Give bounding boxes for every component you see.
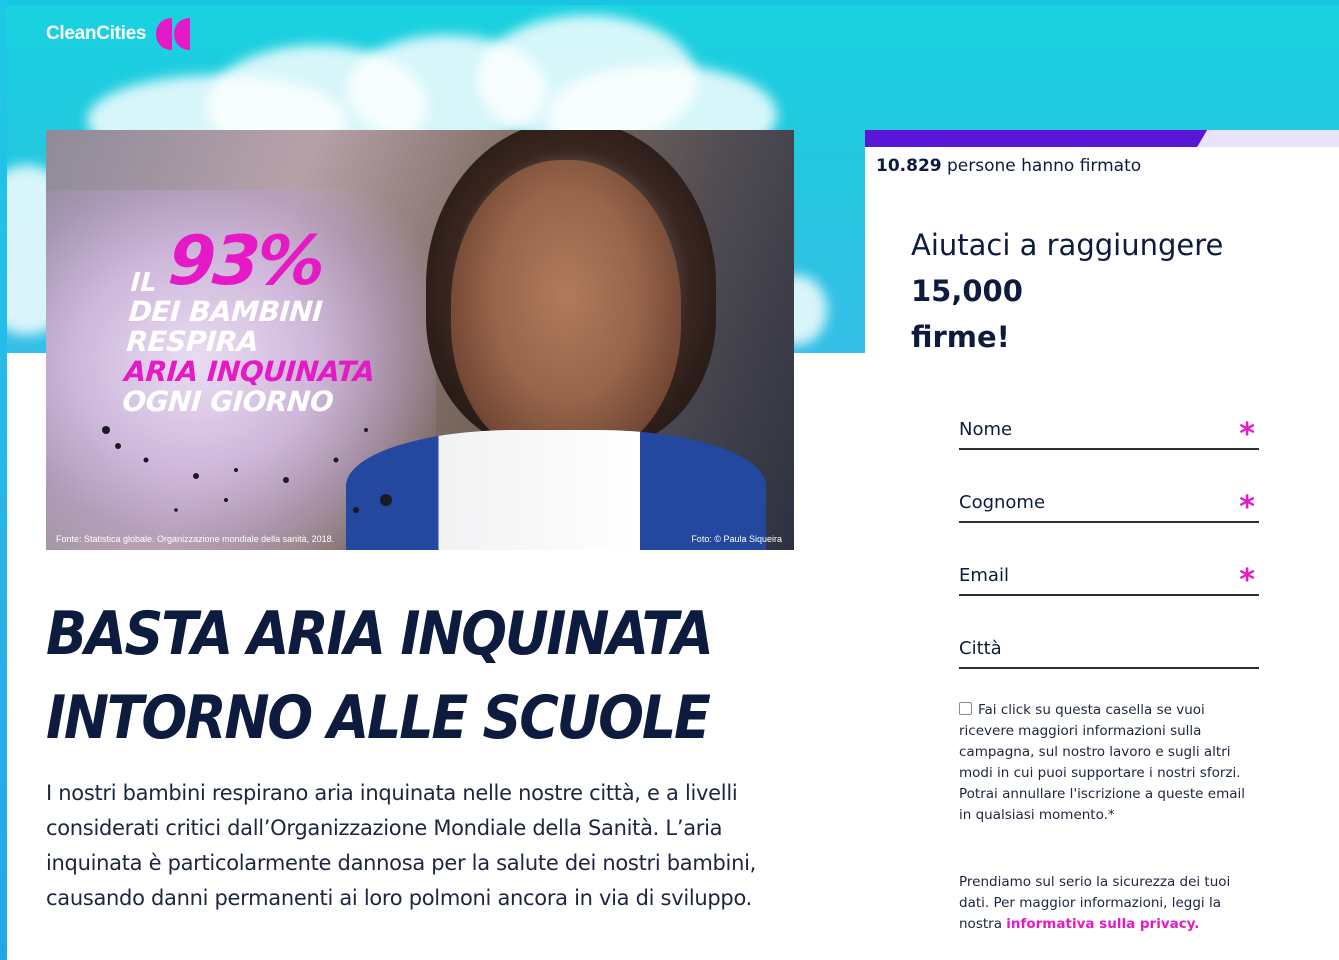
heading-part-1: Aiutaci a raggiungere [911, 228, 1224, 262]
heading-part-2: firme! [911, 320, 1010, 354]
hero-statistic: IL 93% DEI BAMBINI RESPIRA ARIA INQUINAT… [121, 222, 394, 418]
signature-count: 10.829 persone hanno firmato [876, 156, 1141, 176]
stat-line-3: ARIA INQUINATA [123, 355, 376, 388]
city-label: Città [959, 637, 1002, 659]
form-heading: Aiutaci a raggiungere 15,000 firme! [911, 222, 1291, 360]
headline-line-2: INTORNO ALLE SCUOLE [46, 683, 711, 753]
hero-photo-face [451, 160, 681, 460]
intro-paragraph: I nostri bambini respirano aria inquinat… [46, 781, 756, 910]
required-asterisk-icon: * [1239, 489, 1255, 525]
hero-image: IL 93% DEI BAMBINI RESPIRA ARIA INQUINAT… [46, 130, 794, 550]
email-field[interactable]: Email * [959, 556, 1259, 598]
email-label: Email [959, 564, 1009, 586]
signature-progress-fill [865, 130, 1207, 147]
signature-progress-bar [865, 130, 1339, 147]
required-asterisk-icon: * [1239, 416, 1255, 452]
stat-line-2: RESPIRA [125, 325, 260, 358]
privacy-policy-link[interactable]: informativa sulla privacy. [1006, 916, 1199, 932]
heading-goal: 15,000 [911, 274, 1023, 308]
consent-text: Fai click su questa casella se vuoi rice… [959, 702, 1246, 823]
source-caption: Fonte: Statistica globale. Organizzazion… [56, 534, 335, 544]
stat-percent: 93% [165, 222, 326, 301]
last-name-label: Cognome [959, 491, 1046, 513]
privacy-notice: Prendiamo sul serio la sicurezza dei tuo… [959, 872, 1261, 935]
headline-line-1: BASTA ARIA INQUINATA [46, 599, 714, 669]
required-asterisk-icon: * [1239, 562, 1255, 598]
last-name-field[interactable]: Cognome * [959, 483, 1259, 525]
signed-count-text: persone hanno firmato [947, 156, 1142, 176]
first-name-field[interactable]: Nome * [959, 410, 1259, 452]
petition-form: 10.829 persone hanno firmato Aiutaci a r… [865, 130, 1339, 960]
cleancities-logo[interactable]: CleanCities [46, 18, 194, 50]
newsletter-consent: Fai click su questa casella se vuoi rice… [959, 700, 1261, 826]
stat-line-1: DEI BAMBINI [127, 295, 324, 328]
stat-line-4: OGNI GIORNO [121, 385, 335, 418]
photo-credit: Foto: © Paula Siqueira [691, 534, 782, 544]
page-title: BASTA ARIA INQUINATA INTORNO ALLE SCUOLE [46, 592, 730, 760]
left-frame [0, 0, 7, 960]
first-name-label: Nome [959, 418, 1013, 440]
signed-count-number: 10.829 [876, 156, 942, 176]
logo-text: CleanCities [46, 23, 147, 44]
consent-checkbox[interactable] [959, 702, 972, 715]
city-field[interactable]: Città [959, 629, 1259, 669]
logo-quote-icon [154, 18, 194, 50]
stat-prefix: IL [129, 268, 159, 298]
